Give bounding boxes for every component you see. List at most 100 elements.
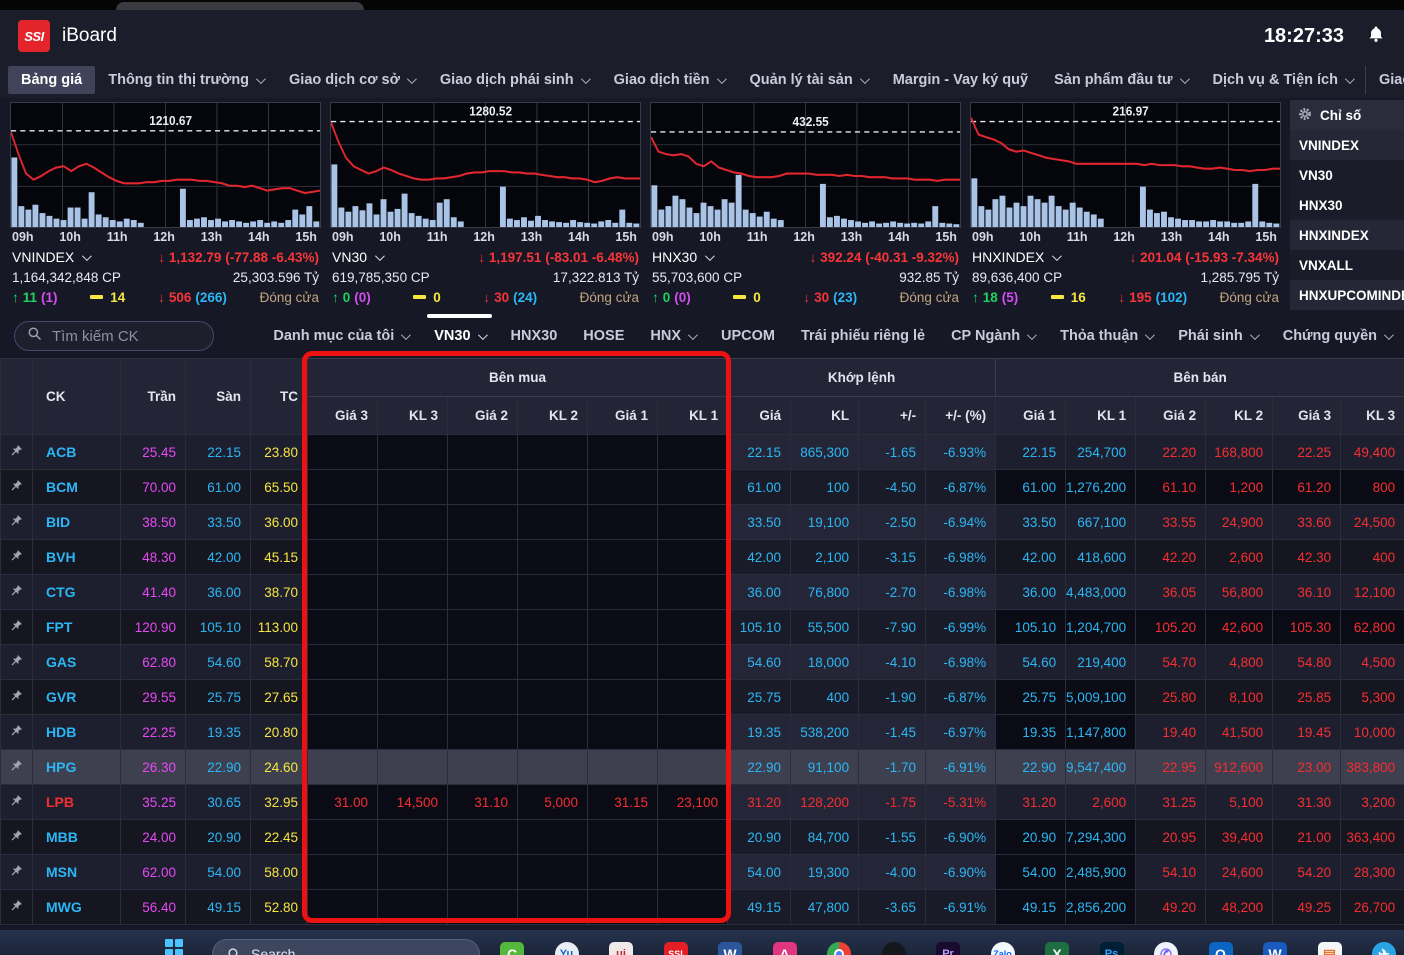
buy-cell[interactable] — [588, 470, 658, 505]
yu-icon[interactable]: Yu — [555, 942, 579, 955]
matched-cell[interactable]: 22.15 — [728, 435, 791, 470]
sell-cell[interactable]: 61.20 — [1273, 470, 1341, 505]
index-name[interactable]: VN30 — [332, 249, 382, 265]
sell-cell[interactable]: 31.20 — [996, 785, 1066, 820]
matched-cell[interactable]: -1.75 — [859, 785, 926, 820]
buy-cell[interactable] — [658, 470, 728, 505]
index-chart-hnxindex[interactable]: 216.97 — [970, 102, 1281, 228]
buy-cell[interactable] — [658, 610, 728, 645]
sell-cell[interactable]: 5,100 — [1206, 785, 1273, 820]
sell-cell[interactable]: 667,100 — [1066, 505, 1136, 540]
matched-cell[interactable]: -3.65 — [859, 890, 926, 925]
nav-item-8[interactable]: Sản phẩm đầu tư — [1041, 66, 1199, 94]
ticker-cell[interactable]: MBB — [33, 820, 121, 855]
buy-cell[interactable] — [448, 820, 518, 855]
ticker-cell[interactable]: FPT — [33, 610, 121, 645]
tab-hose[interactable]: HOSE — [570, 314, 637, 358]
matched-cell[interactable]: -1.65 — [859, 435, 926, 470]
sell-cell[interactable]: 3,200 — [1341, 785, 1404, 820]
ssi-logo[interactable]: SSI — [18, 20, 50, 52]
matched-cell[interactable]: -4.50 — [859, 470, 926, 505]
matched-cell[interactable]: -6.97% — [926, 715, 996, 750]
buy-cell[interactable] — [308, 820, 378, 855]
matched-cell[interactable]: 31.20 — [728, 785, 791, 820]
sell-cell[interactable]: 800 — [1341, 470, 1404, 505]
matched-cell[interactable]: 18,000 — [791, 645, 859, 680]
sell-cell[interactable]: 1,147,800 — [1066, 715, 1136, 750]
buy-cell[interactable] — [518, 715, 588, 750]
sell-cell[interactable]: 22.90 — [996, 750, 1066, 785]
tab-tr-i-phi-u-ri-ng-l-[interactable]: Trái phiếu riêng lẻ — [788, 314, 938, 358]
nav-item-9[interactable]: Dịch vụ & Tiện ích — [1200, 66, 1365, 94]
buy-cell[interactable] — [658, 680, 728, 715]
word2-icon[interactable]: W — [1263, 942, 1287, 955]
matched-cell[interactable]: -6.87% — [926, 680, 996, 715]
buy-cell[interactable] — [448, 715, 518, 750]
telegram-icon[interactable]: ✈ — [1372, 942, 1396, 955]
matched-cell[interactable]: -6.91% — [926, 890, 996, 925]
sell-cell[interactable]: 56,800 — [1206, 575, 1273, 610]
sell-cell[interactable]: 23.00 — [1273, 750, 1341, 785]
buy-cell[interactable] — [308, 505, 378, 540]
ticker-cell[interactable]: BCM — [33, 470, 121, 505]
sell-cell[interactable]: 10,000 — [1341, 715, 1404, 750]
buy-cell[interactable] — [658, 435, 728, 470]
coccoc-icon[interactable]: C — [500, 942, 524, 955]
ticker-cell[interactable]: MWG — [33, 890, 121, 925]
sidebar-item-vnindex[interactable]: VNINDEX — [1290, 130, 1404, 160]
buy-cell[interactable] — [448, 855, 518, 890]
sell-cell[interactable]: 41,500 — [1206, 715, 1273, 750]
matched-cell[interactable]: -1.90 — [859, 680, 926, 715]
ticker-cell[interactable]: ACB — [33, 435, 121, 470]
buy-cell[interactable] — [518, 610, 588, 645]
buy-cell[interactable] — [308, 435, 378, 470]
buy-cell[interactable] — [588, 855, 658, 890]
buy-cell[interactable] — [378, 855, 448, 890]
ticker-cell[interactable]: HPG — [33, 750, 121, 785]
matched-cell[interactable]: 91,100 — [791, 750, 859, 785]
buy-cell[interactable] — [588, 890, 658, 925]
buy-cell[interactable] — [448, 575, 518, 610]
buy-cell[interactable]: 31.15 — [588, 785, 658, 820]
buy-cell[interactable] — [448, 435, 518, 470]
matched-cell[interactable]: -1.45 — [859, 715, 926, 750]
ticker-cell[interactable]: HDB — [33, 715, 121, 750]
matched-cell[interactable]: 54.00 — [728, 855, 791, 890]
sell-cell[interactable]: 54.00 — [996, 855, 1066, 890]
pin-icon[interactable] — [1, 750, 33, 785]
buy-cell[interactable] — [448, 680, 518, 715]
pin-icon[interactable] — [1, 645, 33, 680]
sell-cell[interactable]: 2,485,900 — [1066, 855, 1136, 890]
premiere-icon[interactable]: Pr — [936, 942, 960, 955]
sell-cell[interactable]: 19.35 — [996, 715, 1066, 750]
sell-cell[interactable]: 383,800 — [1341, 750, 1404, 785]
sell-cell[interactable]: 4,483,000 — [1066, 575, 1136, 610]
buy-cell[interactable] — [378, 750, 448, 785]
buy-cell[interactable] — [658, 575, 728, 610]
sell-cell[interactable]: 39,400 — [1206, 820, 1273, 855]
buy-cell[interactable] — [308, 680, 378, 715]
tab-hnx[interactable]: HNX — [637, 314, 708, 358]
buy-cell[interactable] — [378, 540, 448, 575]
matched-cell[interactable]: 55,500 — [791, 610, 859, 645]
sphere-icon[interactable] — [882, 942, 906, 955]
matched-cell[interactable]: -6.98% — [926, 645, 996, 680]
matched-cell[interactable]: -1.55 — [859, 820, 926, 855]
sidebar-item-vn30[interactable]: VN30 — [1290, 160, 1404, 190]
buy-cell[interactable] — [518, 645, 588, 680]
windows-start-icon[interactable] — [165, 939, 183, 955]
index-chart-hnx30[interactable]: 432.55 — [650, 102, 961, 228]
browser-tab[interactable] — [116, 2, 364, 10]
sell-cell[interactable]: 20.95 — [1136, 820, 1206, 855]
matched-cell[interactable]: 42.00 — [728, 540, 791, 575]
sell-cell[interactable]: 8,100 — [1206, 680, 1273, 715]
buy-cell[interactable] — [658, 715, 728, 750]
unikey-icon[interactable]: ui — [609, 942, 633, 955]
sell-cell[interactable]: 22.95 — [1136, 750, 1206, 785]
sell-cell[interactable]: 9,547,400 — [1066, 750, 1136, 785]
sell-cell[interactable]: 4,800 — [1206, 645, 1273, 680]
buy-cell[interactable] — [518, 890, 588, 925]
matched-cell[interactable]: 47,800 — [791, 890, 859, 925]
buy-cell[interactable] — [658, 890, 728, 925]
taskbar-search[interactable]: Search — [212, 939, 480, 955]
